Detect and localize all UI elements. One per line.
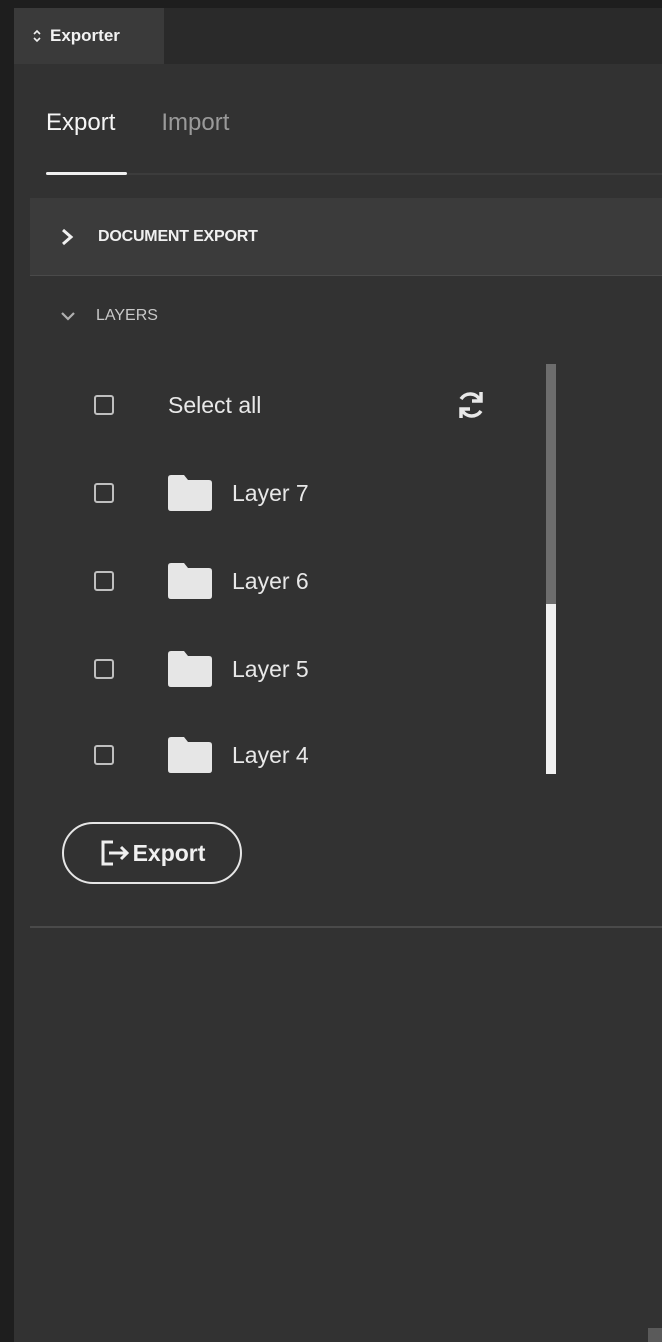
select-all-row[interactable]: Select all xyxy=(94,380,261,430)
window-left-edge xyxy=(0,0,14,1342)
document-export-label: DOCUMENT EXPORT xyxy=(98,227,258,245)
layer-checkbox[interactable] xyxy=(94,483,114,503)
refresh-icon[interactable] xyxy=(454,388,488,422)
select-all-label: Select all xyxy=(168,391,262,418)
export-button[interactable]: Export xyxy=(62,822,242,884)
folder-icon xyxy=(168,563,212,599)
layer-row[interactable]: Layer 6 xyxy=(94,556,309,606)
export-button-label: Export xyxy=(132,839,206,866)
panel-tab-bar: Exporter xyxy=(14,8,662,65)
layer-checkbox[interactable] xyxy=(94,745,114,765)
collapse-arrows-icon[interactable] xyxy=(32,29,42,43)
layers-section-header[interactable]: LAYERS xyxy=(60,302,158,330)
layers-scrollbar-thumb[interactable] xyxy=(546,364,556,604)
panel-tab-label: Exporter xyxy=(50,26,120,45)
layer-label: Layer 4 xyxy=(232,741,309,768)
panel-content: Export Import DOCUMENT EXPORT LAYERS Sel… xyxy=(14,64,662,1342)
resize-handle[interactable] xyxy=(648,1328,662,1342)
chevron-down-icon xyxy=(61,312,75,321)
chevron-right-icon xyxy=(62,228,74,245)
tab-export[interactable]: Export xyxy=(46,109,115,149)
folder-icon xyxy=(168,475,212,511)
document-export-section-header[interactable]: DOCUMENT EXPORT xyxy=(30,198,662,276)
mode-tabs: Export Import xyxy=(46,109,229,149)
layer-row[interactable]: Layer 4 xyxy=(94,730,309,780)
layer-label: Layer 7 xyxy=(232,479,309,506)
layer-checkbox[interactable] xyxy=(94,659,114,679)
layer-row[interactable]: Layer 5 xyxy=(94,644,309,694)
panel-tab-exporter[interactable]: Exporter xyxy=(14,8,164,64)
window-top-edge xyxy=(0,0,662,8)
folder-icon xyxy=(168,651,212,687)
layer-label: Layer 6 xyxy=(232,567,309,594)
tab-import[interactable]: Import xyxy=(161,109,229,149)
layer-checkbox[interactable] xyxy=(94,571,114,591)
section-divider xyxy=(30,926,662,928)
select-all-checkbox[interactable] xyxy=(94,395,114,415)
layer-row[interactable]: Layer 7 xyxy=(94,468,309,518)
layer-label: Layer 5 xyxy=(232,655,309,682)
tab-divider xyxy=(46,173,662,175)
exporter-panel: Exporter Export Import DOCUMENT EXPORT L… xyxy=(0,0,662,1342)
layers-label: LAYERS xyxy=(96,307,158,324)
folder-icon xyxy=(168,737,212,773)
export-icon xyxy=(101,840,129,866)
active-tab-indicator xyxy=(46,172,127,175)
